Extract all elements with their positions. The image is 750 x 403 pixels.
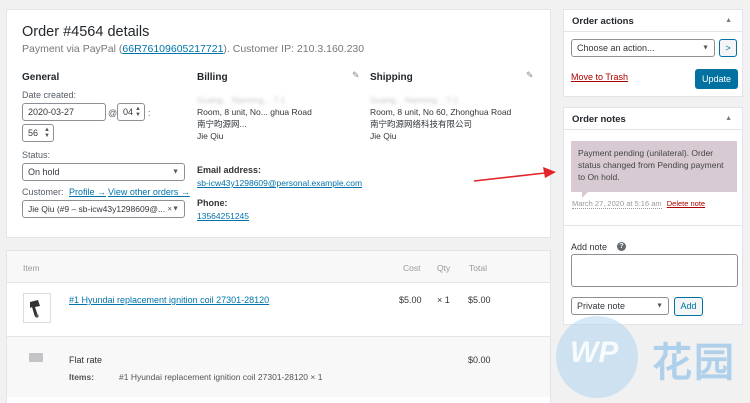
help-icon: ? xyxy=(617,242,626,251)
shipping-items-label: Items: xyxy=(69,372,95,382)
go-label: > xyxy=(725,43,731,53)
add-note-label: Add note xyxy=(571,242,608,252)
pencil-icon[interactable]: ✎ xyxy=(526,70,534,81)
action-select-value: Choose an action... xyxy=(577,43,655,53)
order-notes-box: Order notes ▲ Payment pending (unilatera… xyxy=(563,107,743,325)
shipping-total: $0.00 xyxy=(468,355,491,365)
order-notes-title-text: Order notes xyxy=(572,114,626,125)
billing-address-line: Jie Qiu xyxy=(197,131,224,141)
shipping-method-name: Flat rate xyxy=(69,355,103,365)
add-note-button[interactable]: Add xyxy=(674,297,703,316)
triangle-up-icon[interactable]: ▲ xyxy=(725,115,732,122)
shipping-items-value: #1 Hyundai replacement ignition coil 273… xyxy=(119,372,323,382)
hour-value: 04 xyxy=(123,107,134,117)
note-meta: March 27, 2020 at 5:16 am Delete note xyxy=(572,199,705,209)
product-thumbnail xyxy=(23,293,51,323)
hour-spinner-icon[interactable]: ▲ ▼ xyxy=(135,106,141,118)
date-input[interactable]: 2020-03-27 xyxy=(22,103,106,121)
shipping-address-line: Room, 8 unit, No 60, Zhonghua Road xyxy=(370,107,512,117)
product-name-link[interactable]: #1 Hyundai replacement ignition coil 273… xyxy=(69,295,269,305)
hour-input[interactable]: 04 ▲ ▼ xyxy=(117,103,145,121)
at-label: @ xyxy=(108,108,118,118)
col-item-header: Item xyxy=(23,263,40,273)
wp-logo-circle xyxy=(556,316,638,398)
minute-input[interactable]: 56 ▲ ▼ xyxy=(22,124,54,142)
truck-icon xyxy=(29,353,43,362)
billing-address-line: 南宁昀源网... xyxy=(197,119,247,129)
payment-info: Payment via PayPal (66R76109605217721). … xyxy=(22,43,364,55)
shipping-address-line: Jie Qiu xyxy=(370,131,397,141)
triangle-up-icon[interactable]: ▲ xyxy=(725,17,732,24)
profile-link[interactable]: Profile → xyxy=(69,187,106,197)
brand-text: 花园 xyxy=(652,341,736,385)
customer-value: Jie Qiu (#9 – sb-icw43y1298609@... xyxy=(28,204,166,214)
shipping-line-row: Flat rate $0.00 Items: #1 Hyundai replac… xyxy=(7,337,550,397)
note-type-select[interactable]: Private note ▼ xyxy=(571,297,669,315)
ignition-coil-image xyxy=(30,300,40,318)
time-colon: : xyxy=(148,108,151,118)
order-actions-box: Order actions ▲ Choose an action... ▼ > … xyxy=(563,9,743,97)
phone-link[interactable]: 13564251245 xyxy=(197,211,249,221)
order-items-panel: Item Cost Qty Total #1 Hyundai replaceme… xyxy=(6,250,551,403)
update-button[interactable]: Update xyxy=(695,69,738,89)
chevron-down-icon: ▼ xyxy=(702,44,709,52)
apply-action-button[interactable]: > xyxy=(719,39,737,57)
notes-divider xyxy=(564,225,742,226)
shipping-heading: Shipping xyxy=(370,72,413,83)
billing-address-line: Room, 8 unit, No... ghua Road xyxy=(197,107,312,117)
product-cost: $5.00 xyxy=(399,295,422,305)
product-total: $5.00 xyxy=(468,295,491,305)
payment-prefix: Payment via PayPal ( xyxy=(22,43,123,55)
order-data-panel: Order #4564 details Payment via PayPal (… xyxy=(6,9,551,238)
order-actions-title-text: Order actions xyxy=(572,16,634,27)
order-notes-title: Order notes xyxy=(564,108,742,130)
minute-value: 56 xyxy=(28,128,39,138)
payment-suffix: ). Customer IP: 210.3.160.230 xyxy=(223,43,365,55)
chevron-down-icon: ▼ xyxy=(172,168,179,176)
chevron-down-icon: ▼ xyxy=(172,205,179,213)
phone-label: Phone: xyxy=(197,198,228,208)
site-watermark: WP 花园 xyxy=(556,316,746,400)
status-select[interactable]: On hold ▼ xyxy=(22,163,185,181)
customer-select[interactable]: Jie Qiu (#9 – sb-icw43y1298609@... × ▼ xyxy=(22,200,185,218)
note-type-value: Private note xyxy=(577,301,626,311)
order-title: Order #4564 details xyxy=(22,24,150,40)
line-item-row: #1 Hyundai replacement ignition coil 273… xyxy=(7,283,550,337)
minute-spinner-icon[interactable]: ▲ ▼ xyxy=(44,127,50,139)
status-label: Status: xyxy=(22,150,51,160)
wp-logo-text: WP xyxy=(570,336,619,369)
email-label: Email address: xyxy=(197,165,262,175)
items-header-row: Item Cost Qty Total xyxy=(7,251,550,283)
billing-address-line: Guang... Nanning, , 7-1 xyxy=(197,95,286,105)
shipping-address: Guang... Nanning, , 7-1 Room, 8 unit, No… xyxy=(370,94,511,142)
note-date: March 27, 2020 at 5:16 am xyxy=(572,199,662,209)
shipping-address-line: Guang... Nanning, , 7-1 xyxy=(370,95,459,105)
general-heading: General xyxy=(22,72,60,83)
note-textarea[interactable] xyxy=(571,254,738,287)
chevron-down-icon: ▼ xyxy=(656,302,663,310)
delete-note-link[interactable]: Delete note xyxy=(667,199,705,208)
transaction-id-link[interactable]: 66R76109605217721 xyxy=(122,43,223,55)
col-cost-header: Cost xyxy=(403,263,421,273)
col-total-header: Total xyxy=(469,263,487,273)
view-other-orders-link[interactable]: View other orders → xyxy=(108,187,190,197)
billing-heading: Billing xyxy=(197,72,228,83)
col-qty-header: Qty xyxy=(437,263,451,273)
customer-label: Customer: xyxy=(22,187,64,197)
order-actions-title: Order actions xyxy=(564,10,742,32)
note-text: Payment pending (unilateral). Order stat… xyxy=(578,148,724,182)
billing-address: Guang... Nanning, , 7-1 Room, 8 unit, No… xyxy=(197,94,312,142)
email-link[interactable]: sb-icw43y1298609@personal.example.com xyxy=(197,178,362,188)
status-value: On hold xyxy=(28,167,60,177)
shipping-address-line: 南宁昀源网络科技有限公司 xyxy=(370,119,473,129)
action-select[interactable]: Choose an action... ▼ xyxy=(571,39,715,57)
move-to-trash-link[interactable]: Move to Trash xyxy=(571,72,628,82)
note-bubble-tail xyxy=(582,192,594,198)
date-created-label: Date created: xyxy=(22,90,77,100)
note-bubble: Payment pending (unilateral). Order stat… xyxy=(571,141,737,192)
pencil-icon[interactable]: ✎ xyxy=(352,70,360,81)
product-qty: × 1 xyxy=(437,295,450,305)
